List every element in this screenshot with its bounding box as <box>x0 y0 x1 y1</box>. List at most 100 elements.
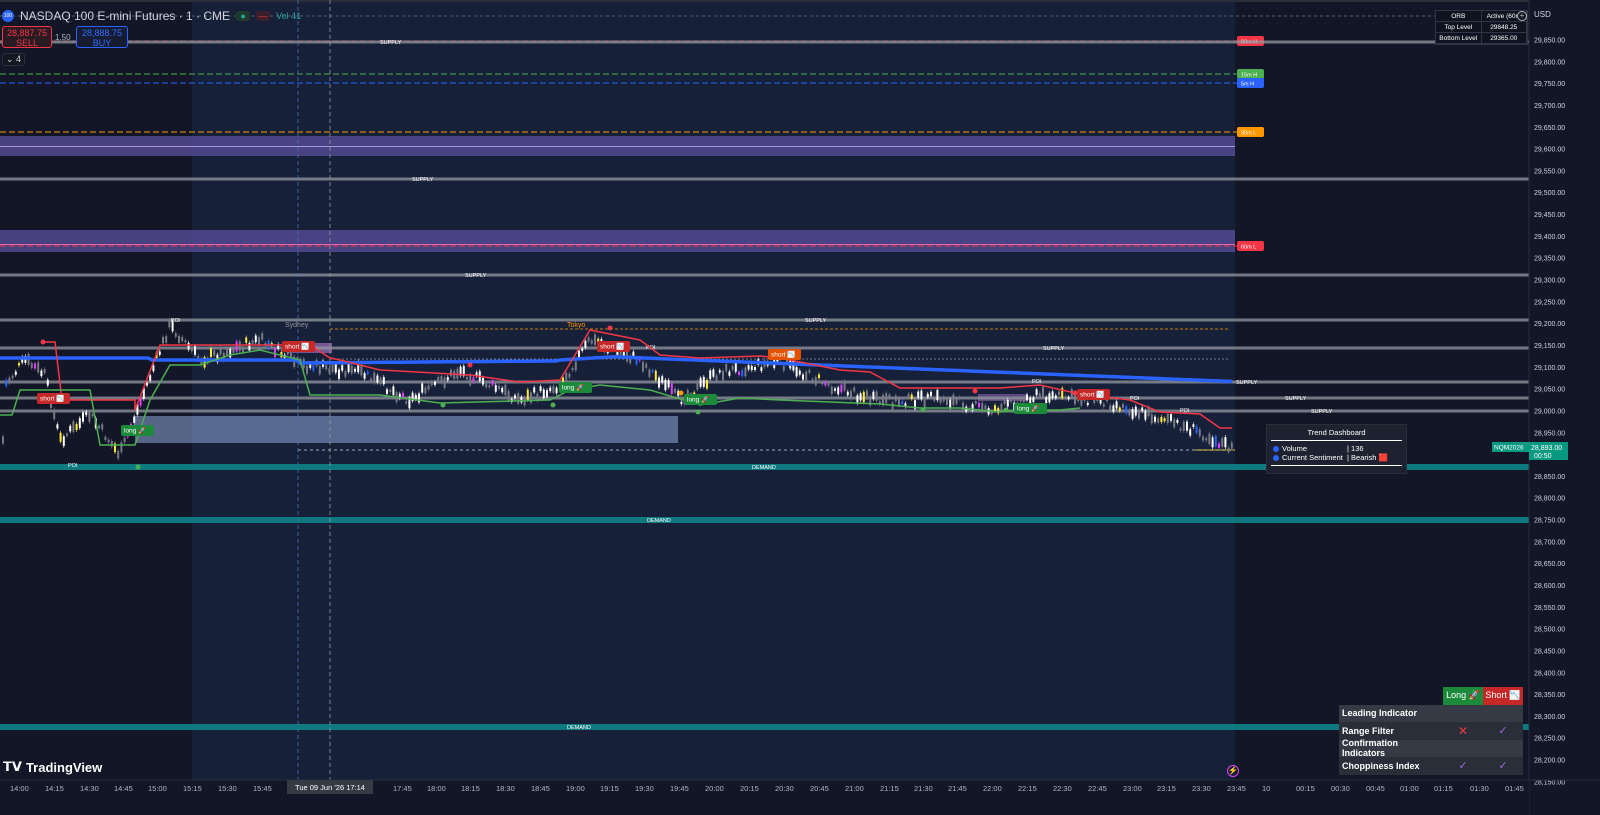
long-signal-label: long 🚀 <box>1017 405 1039 413</box>
candle-body <box>962 402 964 412</box>
orb-top-label: Top Level <box>1436 22 1482 32</box>
price-tick-label: 28,850.00 <box>1534 474 1565 481</box>
candle-body <box>910 394 913 400</box>
candle-body <box>738 371 740 375</box>
candle-body <box>1115 401 1118 409</box>
candle-body <box>338 369 340 379</box>
candle-body <box>933 397 936 401</box>
candle-body <box>18 363 20 366</box>
signal-row: Leading Indicator <box>1339 704 1523 722</box>
candle-body <box>574 361 577 371</box>
bullet-icon <box>1273 454 1279 461</box>
time-tick-label: 15:00 <box>148 784 167 793</box>
orb-top-value: 29848.25 <box>1482 22 1527 32</box>
candle-body <box>1000 403 1003 410</box>
candle-body <box>133 416 136 423</box>
candle-body <box>1112 405 1115 412</box>
time-tick-label: 14:15 <box>45 784 64 793</box>
time-tick-label: 23:45 <box>1227 784 1246 793</box>
signal-dot-green <box>920 407 926 413</box>
candle-body <box>421 383 424 393</box>
candle-body <box>5 379 8 387</box>
candle-body <box>834 388 836 391</box>
long-signal-label: long 🚀 <box>687 396 709 404</box>
htf-level-label: 5m H <box>1241 82 1254 88</box>
candle-body <box>958 396 961 400</box>
orb-bottom-label: Bottom Level <box>1436 33 1482 43</box>
candle-body <box>1144 410 1147 420</box>
candle-body <box>1227 447 1230 453</box>
candle-body <box>805 371 808 381</box>
trend-dashboard: Trend Dashboard Volume | 136 Current Sent… <box>1266 424 1407 474</box>
candle-body <box>491 380 494 385</box>
candle-body <box>760 367 763 372</box>
candle-body <box>517 393 520 404</box>
time-tick-label: 18:15 <box>461 784 480 793</box>
candle-body <box>14 371 17 375</box>
candle-body <box>184 340 187 343</box>
candle-body <box>750 365 753 371</box>
price-tick-label: 29,800.00 <box>1534 59 1565 66</box>
candle-body <box>939 398 942 403</box>
candle-body <box>830 386 833 395</box>
candle-body <box>1067 397 1070 400</box>
candle-body <box>853 387 856 392</box>
candle-body <box>1230 442 1233 449</box>
candle-body <box>1166 413 1169 423</box>
candle-body <box>731 365 734 370</box>
price-tick-label: 28,650.00 <box>1534 561 1565 568</box>
candle-body <box>386 389 388 394</box>
candle-body <box>856 395 859 404</box>
candle-body <box>482 377 484 385</box>
candle-body <box>1163 418 1166 422</box>
signal-dot-red <box>467 362 473 368</box>
candle-body <box>1006 399 1009 407</box>
supply-label: SUPPLY <box>1043 346 1065 352</box>
candle-body <box>1070 388 1073 398</box>
candle-body <box>1035 389 1038 396</box>
candle-body <box>485 383 488 388</box>
candle-body <box>587 337 590 342</box>
price-tick-label: 28,300.00 <box>1534 714 1565 721</box>
candle-body <box>1045 397 1048 404</box>
time-tick-label: 20:15 <box>740 784 759 793</box>
supply-label: SUPPLY <box>1311 409 1333 415</box>
candle-body <box>555 387 558 394</box>
time-tick-label: 17:45 <box>393 784 412 793</box>
candle-body <box>34 363 36 369</box>
candle-body <box>1192 424 1195 427</box>
buy-button[interactable]: 28,888.75 BUY <box>76 26 128 48</box>
candle-body <box>69 425 72 432</box>
tradingview-logo[interactable]: 𝗧𝗩 TradingView <box>3 759 102 775</box>
currency-label[interactable]: USD <box>1534 10 1551 19</box>
symbol-title[interactable]: NASDAQ 100 E-mini Futures · 1 · CME <box>20 9 230 23</box>
candle-body <box>594 334 596 346</box>
lightning-icon[interactable]: ⚡ <box>1227 765 1239 777</box>
crosshair-time-label: Tue 09 Jun '26 17:14 <box>287 780 373 794</box>
candle-body <box>437 377 440 381</box>
candle-body <box>162 336 164 344</box>
candle-body <box>734 362 737 372</box>
candle-body <box>306 365 308 374</box>
time-tick-label: 21:15 <box>880 784 899 793</box>
signal-dot-green <box>1003 407 1009 413</box>
candle-body <box>850 390 852 400</box>
candle-body <box>334 364 337 373</box>
add-icon[interactable]: + <box>1517 11 1527 21</box>
hide-indicator-icon[interactable]: — <box>256 11 271 21</box>
indicator-collapse-button[interactable]: ⌄ 4 <box>2 53 26 66</box>
candle-body <box>354 368 356 372</box>
time-tick-label: 20:00 <box>705 784 724 793</box>
candle-body <box>811 379 814 383</box>
candle-body <box>443 377 446 388</box>
candle-body <box>862 391 865 403</box>
candle-body <box>178 335 180 343</box>
htf-level-label: 30m L <box>1241 131 1256 137</box>
sell-button[interactable]: 28,887.75 SELL <box>2 26 52 48</box>
market-open-icon: ● <box>236 11 251 21</box>
candle-body <box>754 366 756 370</box>
candle-body <box>946 398 948 405</box>
candle-body <box>798 370 801 375</box>
short-signal-label: short 📉 <box>40 395 64 403</box>
trend-volume-row: Volume | 136 <box>1267 444 1406 453</box>
